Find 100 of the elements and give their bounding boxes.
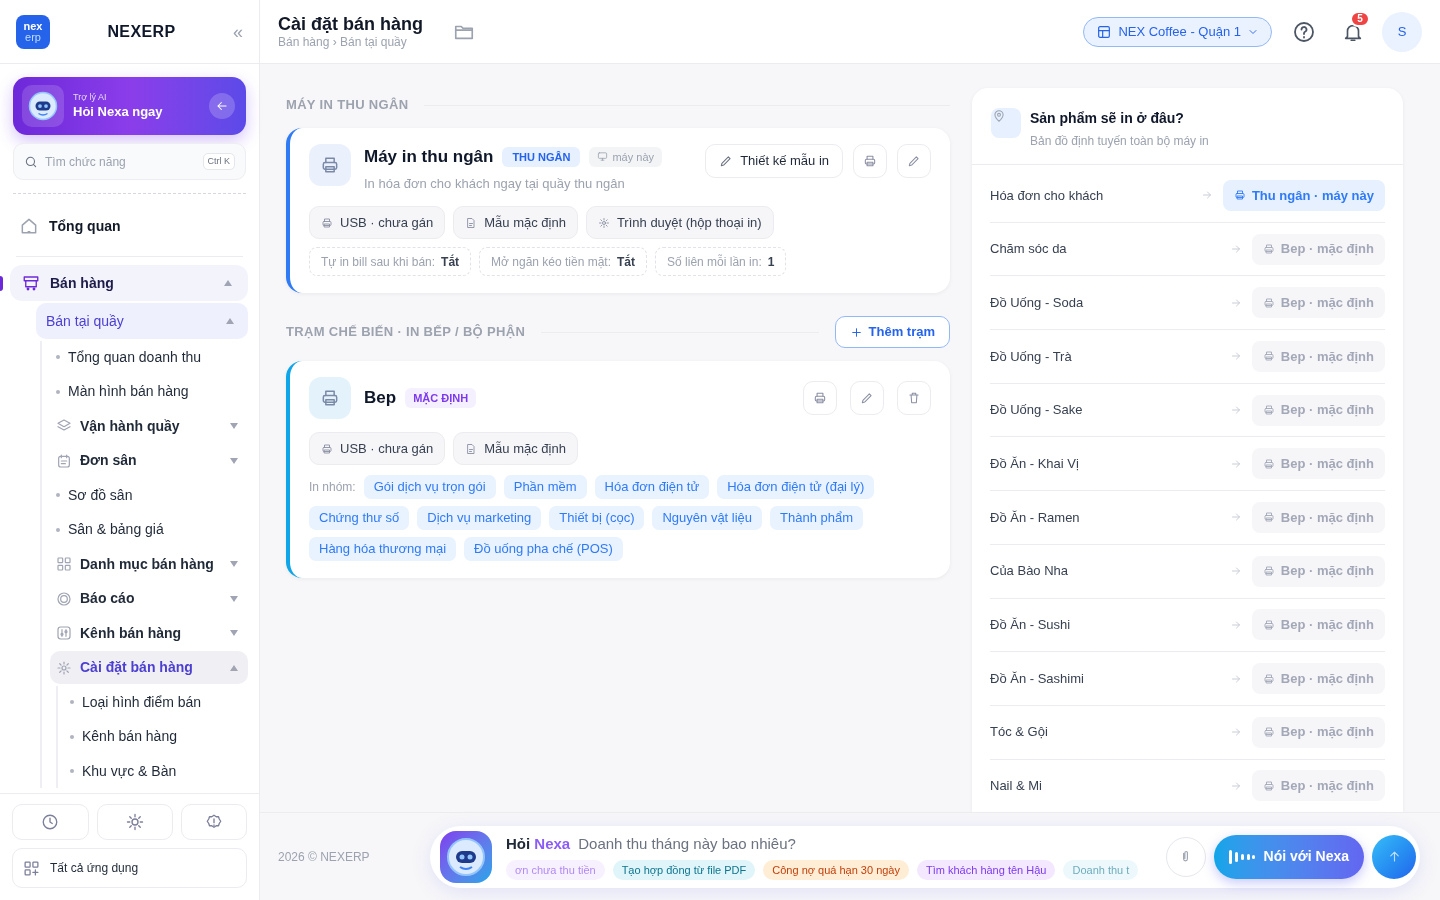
nav-item[interactable]: Kênh bán hàng	[64, 720, 248, 753]
nav-item[interactable]: Bán tại quầy	[36, 303, 248, 339]
bullet-icon	[70, 734, 74, 739]
edit-button[interactable]	[850, 381, 884, 415]
printer-icon	[1262, 350, 1275, 363]
station-name: Bep	[364, 387, 397, 410]
send-button[interactable]	[1372, 834, 1416, 879]
nav-item[interactable]: Sân & bảng giá	[50, 513, 248, 546]
menu-icon	[56, 556, 72, 572]
store-selector[interactable]: NEX Coffee - Quận 1	[1083, 16, 1272, 47]
suggestion-chip[interactable]: Tìm khách hàng tên Hậu	[917, 860, 1056, 881]
add-station-button[interactable]: Thêm trạm	[834, 316, 950, 348]
caret-icon	[230, 664, 238, 671]
arrow-right-icon	[1229, 726, 1242, 739]
arrow-right-icon	[1229, 296, 1242, 309]
bullet-icon	[70, 769, 74, 773]
suggestion-chip[interactable]: Công nợ quá hạn 30 ngày	[763, 860, 909, 881]
arrow-right-icon	[1200, 189, 1213, 202]
nav-item[interactable]: Màn hình bán hàng	[50, 375, 248, 408]
role-badge: THU NGÂN	[502, 146, 581, 167]
arrow-right-icon	[1229, 457, 1242, 470]
bullet-icon	[70, 700, 74, 704]
document-icon	[465, 216, 478, 229]
printer-icon	[320, 155, 340, 175]
design-template-button[interactable]: Thiết kế mẫu in	[705, 144, 843, 178]
ask-question: Doanh thu tháng này bao nhiêu?	[578, 833, 796, 854]
brightness-icon	[126, 813, 144, 831]
setting-value: 1	[767, 253, 775, 271]
info-chip: Trình duyệt (hộp thoại in)	[585, 206, 774, 239]
group-tag: Hàng hóa thương mại	[309, 537, 457, 561]
tool-button[interactable]	[12, 804, 89, 840]
route-label: Đồ Ăn - Khai Vị	[990, 455, 1079, 474]
cart-icon	[22, 274, 40, 292]
user-avatar[interactable]: S	[1382, 11, 1422, 52]
pencil-icon	[860, 391, 874, 405]
delete-button[interactable]	[897, 381, 931, 415]
nav-item[interactable]: Cài đặt bán hàng	[50, 651, 248, 684]
group-tag: Hóa đơn điện tử	[594, 475, 710, 499]
group-tag: Hóa đơn điện tử (đại lý)	[717, 475, 875, 499]
menu-icon	[56, 625, 72, 641]
nav-item[interactable]: Đơn sân	[50, 444, 248, 477]
printer-icon	[1262, 779, 1275, 792]
route-label: Đồ Ăn - Ramen	[990, 508, 1080, 527]
nav-item[interactable]: Bán hàng	[10, 265, 248, 301]
route-label: Đồ Uống - Trà	[990, 347, 1072, 366]
suggestion-chip[interactable]: Tạo hợp đồng từ file PDF	[612, 860, 756, 881]
ai-title: Hỏi Nexa ngay	[73, 103, 164, 120]
sound-wave-icon	[1228, 848, 1255, 865]
printer-icon	[1262, 618, 1275, 631]
tool-button[interactable]	[181, 804, 247, 840]
help-button[interactable]	[1292, 19, 1316, 44]
caret-icon	[226, 318, 234, 324]
all-apps-button[interactable]: Tất cả ứng dụng	[12, 848, 247, 888]
nav-item[interactable]: Loại hình điểm bán	[64, 685, 248, 719]
info-chip: USB · chưa gán	[309, 432, 446, 465]
groups-label: In nhóm:	[309, 479, 356, 496]
caret-icon	[224, 280, 232, 286]
nav-item[interactable]: Khu vực & Bàn	[64, 754, 248, 788]
nav-item[interactable]: Sơ đồ sân	[50, 478, 248, 512]
section-title: TRẠM CHẾ BIẾN · IN BẾP / BỘ PHẬN	[286, 323, 526, 342]
group-tag: Dịch vụ marketing	[417, 506, 542, 530]
search-icon	[24, 154, 38, 169]
route-target[interactable]: Thu ngân · máy này	[1222, 179, 1385, 211]
edit-button[interactable]	[897, 144, 931, 178]
panel-subtitle: Bản đồ định tuyến toàn bộ máy in	[1030, 133, 1209, 150]
route-label: Hóa đơn cho khách	[990, 186, 1104, 205]
nav-item[interactable]: Vận hành quầy	[50, 409, 248, 443]
menu-icon	[56, 590, 72, 607]
test-print-button[interactable]	[803, 381, 837, 415]
nav-item[interactable]: Danh mục bán hàng	[50, 547, 248, 581]
printer-icon	[1262, 243, 1275, 256]
nav-item[interactable]: Tổng quan doanh thu	[50, 340, 248, 374]
search-field[interactable]: Tìm chức năng Ctrl K	[13, 143, 246, 180]
nav-item[interactable]: Tổng quan	[13, 204, 246, 248]
test-print-button[interactable]	[853, 144, 887, 178]
section-title: MÁY IN THU NGÂN	[286, 96, 409, 115]
group-tag: Thành phẩm	[770, 506, 864, 530]
printer-icon	[1262, 404, 1275, 417]
ai-eyebrow: Trợ lý AI	[73, 92, 108, 104]
breadcrumb: Bán hàng › Bán tại quầy	[278, 35, 408, 51]
ai-assistant-card[interactable]: Trợ lý AI Hỏi Nexa ngay	[13, 77, 246, 135]
setting-value: Tắt	[441, 253, 460, 271]
nav-item[interactable]: Báo cáo	[50, 582, 248, 615]
route-label: Đồ Ăn - Sashimi	[990, 669, 1084, 688]
nav-item[interactable]: Kênh bán hàng	[50, 616, 248, 650]
tool-button[interactable]	[96, 804, 174, 840]
group-tag: Phần mềm	[503, 475, 587, 499]
collapse-button[interactable]: «	[233, 22, 243, 41]
route-label: Đồ Uống - Soda	[990, 293, 1084, 312]
printer-icon	[1262, 511, 1275, 524]
help-icon	[1292, 19, 1316, 44]
caret-icon	[230, 595, 238, 602]
caret-icon	[230, 561, 238, 567]
bullet-icon	[56, 389, 60, 394]
device-badge: máy này	[589, 146, 663, 167]
printer-name: Máy in thu ngân	[364, 146, 494, 168]
store-icon	[1096, 23, 1113, 40]
arrow-right-icon	[1229, 565, 1242, 578]
voice-button[interactable]: Nói với Nexa	[1213, 834, 1364, 879]
info-chip: USB · chưa gán	[309, 206, 446, 239]
